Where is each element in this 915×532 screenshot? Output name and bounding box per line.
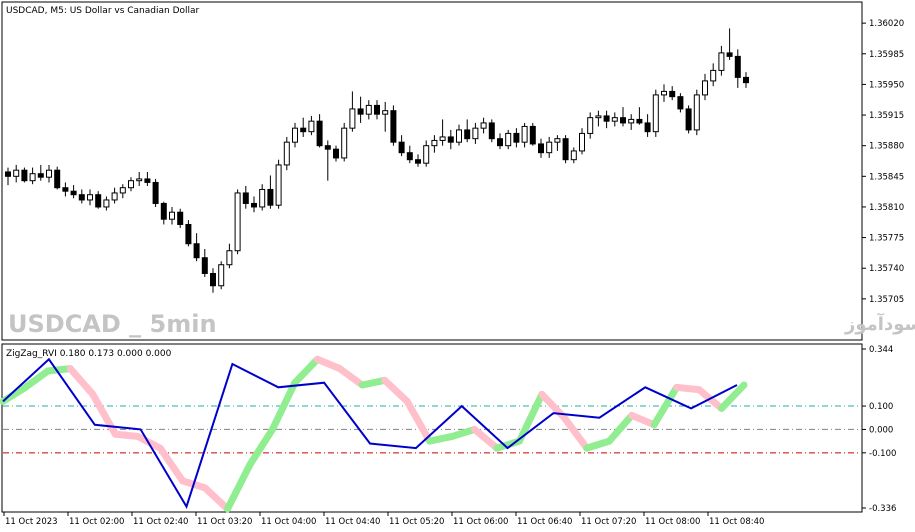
candle	[54, 166, 61, 190]
candle	[234, 189, 241, 255]
price-pane-frame	[1, 1, 863, 341]
time-tick-label: 11 Oct 08:40	[709, 517, 764, 527]
price-tick-label: 1.35740	[869, 264, 904, 274]
time-tick-label: 11 Oct 08:00	[645, 517, 700, 527]
candle	[218, 261, 225, 290]
watermark-site: انتشار در سایت سودآموز	[844, 312, 915, 335]
candle	[652, 89, 659, 137]
candle	[562, 135, 569, 164]
indicator-tick-label: 0.100	[869, 402, 893, 412]
time-tick-label: 11 Oct 02:40	[133, 517, 188, 527]
candle	[529, 122, 536, 146]
candle	[275, 159, 282, 209]
candle	[283, 136, 290, 171]
price-tick-label: 1.35880	[869, 142, 904, 152]
time-tick-label: 11 Oct 2023	[5, 517, 58, 527]
candle	[21, 167, 28, 183]
candle	[685, 105, 692, 134]
indicator-axis: 0.344 0.100 0.000 -0.100 -0.336	[862, 345, 896, 514]
price-tick-label: 1.35915	[869, 111, 904, 121]
indicator-tick-label: -0.100	[869, 449, 896, 459]
price-tick-label: 1.35705	[869, 295, 904, 305]
chart-title: USDCAD, M5: US Dollar vs Canadian Dollar	[6, 6, 200, 16]
price-tick-label: 1.35775	[869, 234, 904, 244]
price-tick-label: 1.35950	[869, 80, 904, 90]
time-tick-label: 11 Oct 04:00	[261, 517, 316, 527]
candle	[390, 105, 397, 146]
trading-chart: USDCAD, M5: US Dollar vs Canadian Dollar…	[0, 1, 915, 527]
candle	[488, 119, 495, 143]
price-tick-label: 1.35985	[869, 50, 904, 60]
indicator-tick-label: 0.344	[869, 345, 893, 355]
price-tick-label: 1.36020	[869, 19, 904, 29]
time-tick-label: 11 Oct 02:00	[69, 517, 124, 527]
indicator-tick-label: -0.336	[869, 504, 896, 514]
indicator-tick-label: 0.000	[869, 425, 893, 435]
time-axis: 11 Oct 2023 11 Oct 02:00 11 Oct 02:40 11 Oc…	[3, 512, 764, 527]
time-tick-label: 11 Oct 05:20	[389, 517, 444, 527]
time-tick-label: 11 Oct 04:40	[325, 517, 380, 527]
time-tick-label: 11 Oct 06:00	[453, 517, 508, 527]
price-tick-label: 1.35810	[869, 203, 904, 213]
price-tick-label: 1.35845	[869, 172, 904, 182]
candle	[341, 122, 348, 162]
time-tick-label: 11 Oct 06:40	[517, 517, 572, 527]
candle	[693, 89, 700, 136]
watermark-symbol: USDCAD _ 5min	[8, 310, 217, 338]
candle	[152, 178, 159, 207]
time-tick-label: 11 Oct 03:20	[197, 517, 252, 527]
candle	[185, 220, 192, 247]
price-axis: 1.36020 1.35985 1.35950 1.35915 1.35880 1.358…	[862, 19, 904, 305]
time-tick-label: 11 Oct 07:20	[581, 517, 636, 527]
indicator-title: ZigZag_RVI 0.180 0.173 0.000 0.000	[6, 349, 172, 359]
